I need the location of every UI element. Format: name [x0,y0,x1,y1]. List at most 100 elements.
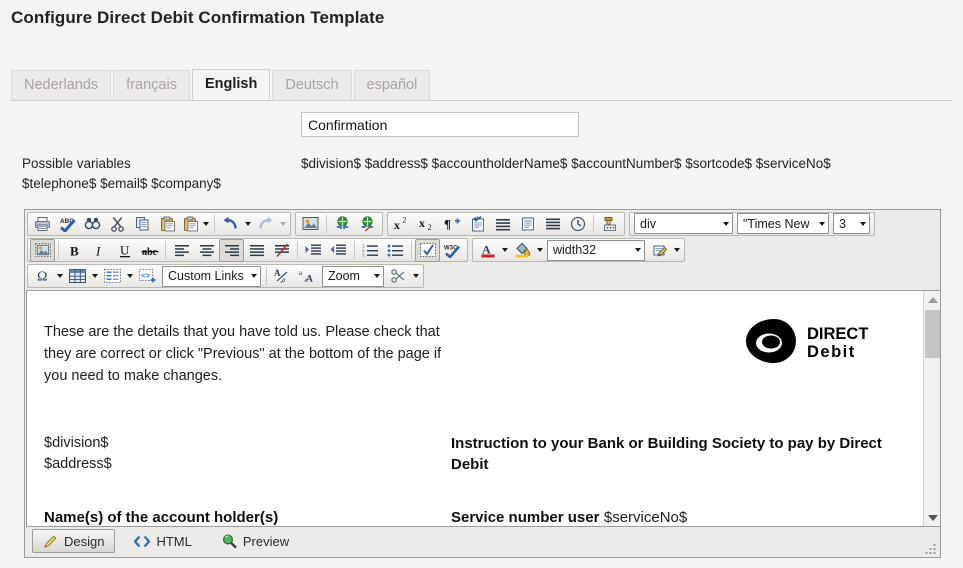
document-intro-text: These are the details that you have told… [44,321,444,387]
style-picker-button[interactable] [647,239,672,262]
language-tab-nederlands[interactable]: Nederlands [11,70,111,100]
toolbar-group-text-style: B I U abc [27,238,468,262]
font-color-button[interactable]: A [475,239,500,262]
redo-chevron-down-icon[interactable] [278,213,288,234]
possible-variables-label: Possible variables $telephone$ $email$ $… [22,154,292,194]
font-family-select[interactable]: "Times New ... [737,213,829,234]
insert-picture-icon[interactable] [30,239,55,262]
snippet-button[interactable] [386,265,411,288]
remove-link-icon[interactable] [355,212,380,235]
remove-format-button[interactable] [269,239,294,262]
insert-table-button[interactable] [65,265,90,288]
scroll-down-arrow-icon[interactable] [924,509,941,526]
service-number-row: Service number user $serviceNo$ [451,507,903,526]
scroll-up-arrow-icon[interactable] [924,291,941,308]
insert-link-icon[interactable] [330,212,355,235]
undo-chevron-down-icon[interactable] [243,213,253,234]
special-character-button[interactable]: Ω [30,265,55,288]
language-tab-english[interactable]: English [192,69,270,100]
font-color-chevron-down-icon[interactable] [500,240,510,261]
unordered-list-button[interactable] [383,239,408,262]
rich-text-editor: ABC [24,209,941,558]
background-color-button[interactable] [510,239,535,262]
language-tab-deutsch[interactable]: Deutsch [272,70,351,100]
language-tab-espaol[interactable]: español [354,70,431,100]
template-name-input[interactable] [301,112,579,137]
undo-icon[interactable] [218,212,243,235]
insert-image-icon[interactable] [298,212,323,235]
logo-text-debit: Debit [807,343,856,361]
editor-vertical-scrollbar[interactable] [923,291,940,526]
copy-icon[interactable] [130,212,155,235]
insert-datetime-icon[interactable] [565,212,590,235]
editor-resize-grip[interactable] [925,542,937,554]
language-tab-franais[interactable]: français [113,70,190,100]
table-properties-chevron-down-icon[interactable] [125,266,135,287]
svg-text:A: A [274,268,281,278]
justify-full-icon[interactable] [490,212,515,235]
css-class-select[interactable]: width32 [547,240,645,261]
possible-variables-text: Possible variables [22,156,131,171]
table-properties-button[interactable] [100,265,125,288]
editor-canvas[interactable]: These are the details that you have told… [27,291,923,526]
possible-variables-list: $division$ $address$ $accountholderName$… [301,154,951,174]
indent-increase-button[interactable] [301,239,326,262]
snippet-chevron-down-icon[interactable] [411,266,421,287]
toolbar-group-format: x2 x2 ¶ abc [387,212,625,236]
editor-toolbar-row-3: Ω <> Custom Links Aa [25,263,940,289]
editor-toolbar-row-1: ABC [25,210,940,237]
page-title: Configure Direct Debit Confirmation Temp… [11,8,384,28]
block-format-select[interactable]: div [634,213,733,234]
view-tab-design[interactable]: Design [32,529,115,553]
svg-text:<>: <> [141,272,151,280]
custom-links-select[interactable]: Custom Links [162,266,261,287]
view-tab-preview[interactable]: Preview [211,529,300,553]
insert-table-grid-icon[interactable] [540,212,565,235]
print-icon[interactable] [30,212,55,235]
possible-variables-text-line2: $telephone$ $email$ $company$ [22,176,221,191]
paste-special-chevron-down-icon[interactable] [201,213,211,234]
svg-text:A: A [306,275,313,285]
redo-icon[interactable] [253,212,278,235]
font-size-select[interactable]: 3 [833,213,870,234]
w3c-validate-button[interactable]: W3C [440,239,465,262]
align-justify-button[interactable] [244,239,269,262]
lowercase-button[interactable]: aA [295,265,320,288]
indent-decrease-button[interactable] [326,239,351,262]
special-character-chevron-down-icon[interactable] [55,266,65,287]
italic-button[interactable]: I [87,239,112,262]
spellcheck-doc-icon[interactable]: abc [465,212,490,235]
format-painter-icon[interactable] [597,212,622,235]
find-replace-icon[interactable] [80,212,105,235]
bold-button[interactable]: B [62,239,87,262]
insert-code-button[interactable]: <> [135,265,160,288]
svg-text:¶: ¶ [444,217,451,232]
style-picker-chevron-down-icon[interactable] [672,240,682,261]
toolbar-separator [411,241,412,259]
toolbar-group-clipboard: ABC [27,212,291,236]
spellcheck-icon[interactable]: ABC [55,212,80,235]
insert-block-icon[interactable] [515,212,540,235]
uppercase-button[interactable]: Aa [270,265,295,288]
view-tab-html[interactable]: HTML [123,529,202,553]
magnifier-icon [222,534,237,549]
insert-table-chevron-down-icon[interactable] [90,266,100,287]
cut-icon[interactable] [105,212,130,235]
subscript-icon[interactable]: x2 [415,212,440,235]
align-right-button[interactable] [219,239,244,262]
scrollbar-thumb[interactable] [925,310,940,358]
align-left-button[interactable] [169,239,194,262]
paste-special-icon[interactable] [180,212,201,235]
paste-icon[interactable] [155,212,180,235]
background-color-chevron-down-icon[interactable] [535,240,545,261]
superscript-icon[interactable]: x2 [390,212,415,235]
ordered-list-button[interactable]: 123 [358,239,383,262]
select-all-button[interactable] [415,239,440,262]
underline-button[interactable]: U [112,239,137,262]
zoom-select[interactable]: Zoom [322,266,384,287]
show-paragraph-icon[interactable]: ¶ [440,212,465,235]
pencil-icon [43,534,58,549]
toolbar-separator [326,215,327,233]
strikethrough-button[interactable]: abc [137,239,162,262]
align-center-button[interactable] [194,239,219,262]
